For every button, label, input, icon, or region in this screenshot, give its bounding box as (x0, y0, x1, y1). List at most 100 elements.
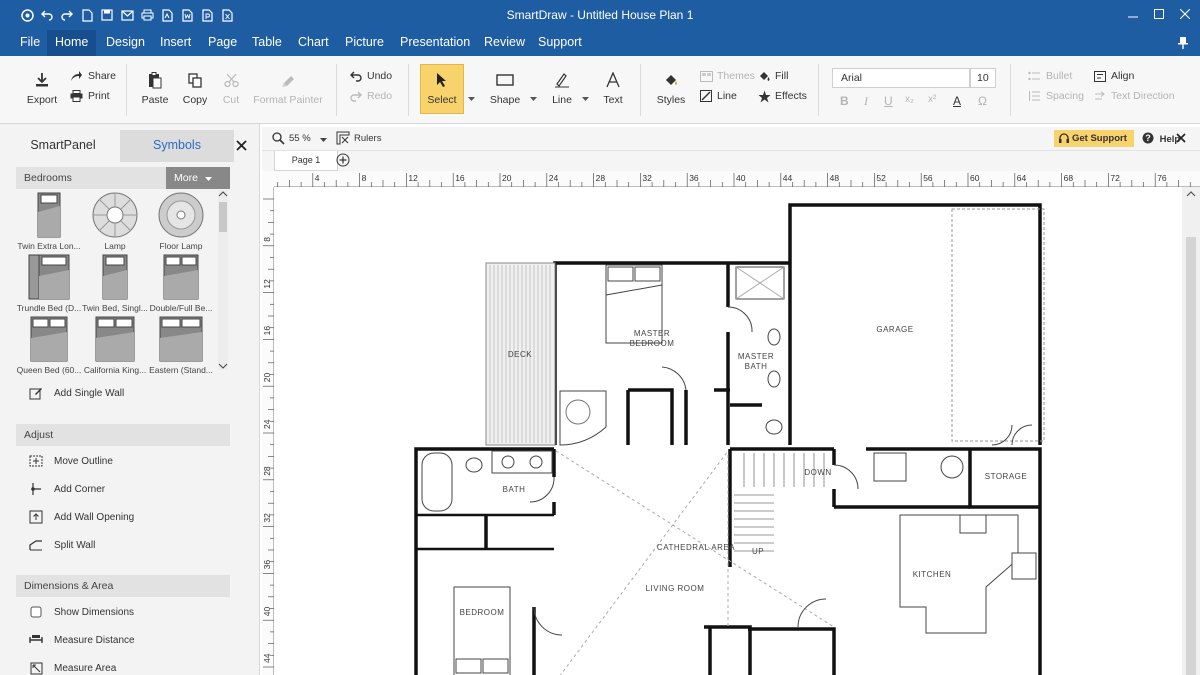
text-tool-button[interactable]: Text (600, 70, 626, 106)
floor-plan[interactable]: GARAGE DECK MASTER BEDROOM MASTER BATH B… (274, 187, 1182, 675)
share-button[interactable]: Share (68, 68, 116, 84)
effects-button[interactable]: Effects (756, 88, 807, 104)
text-direction-button[interactable]: Text Direction (1092, 88, 1175, 104)
symbol-double-full-bed[interactable]: Double/Full Be... (148, 254, 214, 313)
menu-review[interactable]: Review (476, 30, 533, 56)
move-outline-action[interactable]: Move Outline (28, 454, 113, 468)
spacing-button[interactable]: Spacing (1026, 88, 1084, 104)
symbol-lamp[interactable]: Lamp (82, 192, 148, 251)
minimize-button[interactable] (1126, 5, 1140, 23)
close-panel-icon[interactable] (236, 140, 250, 154)
measure-area-action[interactable]: Measure Area (28, 661, 116, 675)
add-page-icon[interactable] (336, 153, 350, 170)
closet-walls[interactable] (628, 388, 730, 445)
redo-button[interactable]: Redo (348, 88, 392, 104)
close-canvas-bar-icon[interactable] (1176, 133, 1186, 146)
kitchen-sink[interactable] (1011, 552, 1037, 580)
corner-tub[interactable] (559, 390, 607, 446)
shape-tool-button[interactable]: Shape (488, 70, 522, 106)
master-toilet[interactable] (765, 419, 783, 435)
page-tab-1[interactable]: Page 1 (274, 151, 338, 171)
symbol-trundle-bed[interactable]: Trundle Bed (D... (16, 254, 82, 313)
split-wall-action[interactable]: Split Wall (28, 538, 95, 552)
zoom-dropdown-icon[interactable] (320, 133, 327, 145)
menu-picture[interactable]: Picture (337, 30, 392, 56)
underline-icon[interactable]: U (884, 94, 893, 108)
more-libraries-button[interactable]: More (166, 167, 230, 189)
menu-chart[interactable]: Chart (290, 30, 337, 56)
subscript-icon[interactable]: x₂ (905, 94, 914, 105)
symbol-floor-lamp[interactable]: Floor Lamp (148, 192, 214, 251)
print-button[interactable]: Print (68, 88, 110, 104)
menu-table[interactable]: Table (244, 30, 290, 56)
tab-smartpanel[interactable]: SmartPanel (6, 130, 120, 162)
themes-button[interactable]: Themes (698, 68, 755, 84)
menu-file[interactable]: File (12, 30, 48, 56)
add-single-wall-action[interactable]: Add Single Wall (28, 386, 124, 400)
master-sink-1[interactable] (767, 328, 781, 346)
undo-button[interactable]: Undo (348, 68, 392, 84)
bottom-center-walls[interactable] (704, 625, 836, 675)
garage-door-outline[interactable] (951, 208, 1045, 442)
bold-icon[interactable]: B (840, 94, 849, 108)
shape-dropdown-arrow-icon[interactable] (530, 92, 537, 104)
font-color-icon[interactable]: A (953, 94, 961, 108)
maximize-button[interactable] (1152, 5, 1166, 23)
canvas-scrollbar-thumb[interactable] (1186, 237, 1196, 675)
bullet-button[interactable]: Bullet (1026, 68, 1072, 84)
canvas-vertical-scrollbar[interactable] (1182, 187, 1200, 675)
special-character-icon[interactable]: Ω (978, 94, 987, 108)
close-button[interactable] (1178, 5, 1192, 23)
garage-walls[interactable] (788, 203, 1042, 445)
drawing-canvas[interactable]: GARAGE DECK MASTER BEDROOM MASTER BATH B… (274, 187, 1182, 675)
menu-presentation[interactable]: Presentation (392, 30, 478, 56)
show-dimensions-action[interactable]: Show Dimensions (28, 605, 134, 619)
rulers-toggle[interactable]: Rulers (354, 133, 381, 144)
bath-toilet[interactable] (465, 457, 483, 473)
export-button[interactable]: Export (26, 70, 58, 106)
superscript-icon[interactable]: x² (928, 94, 936, 105)
symbol-scrollbar[interactable] (218, 190, 228, 370)
zoom-icon[interactable] (272, 132, 285, 148)
italic-icon[interactable]: I (864, 94, 868, 109)
bedroom-bed[interactable] (453, 586, 511, 675)
scroll-up-icon[interactable] (218, 190, 228, 198)
add-corner-action[interactable]: Add Corner (28, 482, 105, 496)
cut-button[interactable]: Cut (218, 70, 244, 106)
font-size-field[interactable]: 10 (970, 68, 996, 88)
bathtub[interactable] (421, 452, 453, 512)
styles-button[interactable]: Styles (654, 70, 688, 106)
scroll-down-icon[interactable] (218, 362, 228, 370)
zoom-level[interactable]: 55 % (289, 133, 311, 144)
rulers-icon[interactable] (336, 131, 350, 148)
menu-design[interactable]: Design (98, 30, 153, 56)
select-tool-label-group[interactable]: Select (422, 70, 462, 106)
fill-button[interactable]: Fill (756, 68, 788, 84)
help-button[interactable]: ? Help (1142, 132, 1180, 145)
menu-home[interactable]: Home (47, 30, 97, 56)
master-sink-2[interactable] (767, 370, 781, 388)
align-button[interactable]: Align (1092, 68, 1134, 84)
format-painter-button[interactable]: Format Painter (252, 70, 324, 106)
copy-button[interactable]: Copy (180, 70, 210, 106)
washer[interactable] (873, 452, 907, 482)
line-dropdown-arrow-icon[interactable] (582, 92, 589, 104)
bath-vanity[interactable] (491, 450, 553, 474)
pin-ribbon-icon[interactable] (1178, 36, 1190, 50)
symbol-twin-extra-long[interactable]: Twin Extra Lon... (16, 192, 82, 251)
get-support-button[interactable]: Get Support (1054, 130, 1134, 147)
menu-support[interactable]: Support (530, 30, 590, 56)
symbol-queen-bed[interactable]: Queen Bed (60... (16, 316, 82, 375)
tab-symbols[interactable]: Symbols (120, 130, 234, 162)
symbol-california-king[interactable]: California King... (82, 316, 148, 375)
menu-insert[interactable]: Insert (152, 30, 199, 56)
canvas-scroll-up-icon[interactable] (1182, 189, 1200, 199)
kitchen-stove[interactable] (959, 514, 987, 534)
line-style-button[interactable]: Line (698, 88, 737, 104)
select-dropdown-arrow-icon[interactable] (468, 92, 475, 104)
symbol-scrollbar-thumb[interactable] (219, 202, 227, 232)
symbol-eastern-standard[interactable]: Eastern (Stand... (148, 316, 214, 375)
measure-distance-action[interactable]: Measure Distance (28, 633, 135, 647)
symbol-twin-bed-single[interactable]: Twin Bed, Singl... (82, 254, 148, 313)
font-family-field[interactable]: Arial (832, 68, 970, 88)
